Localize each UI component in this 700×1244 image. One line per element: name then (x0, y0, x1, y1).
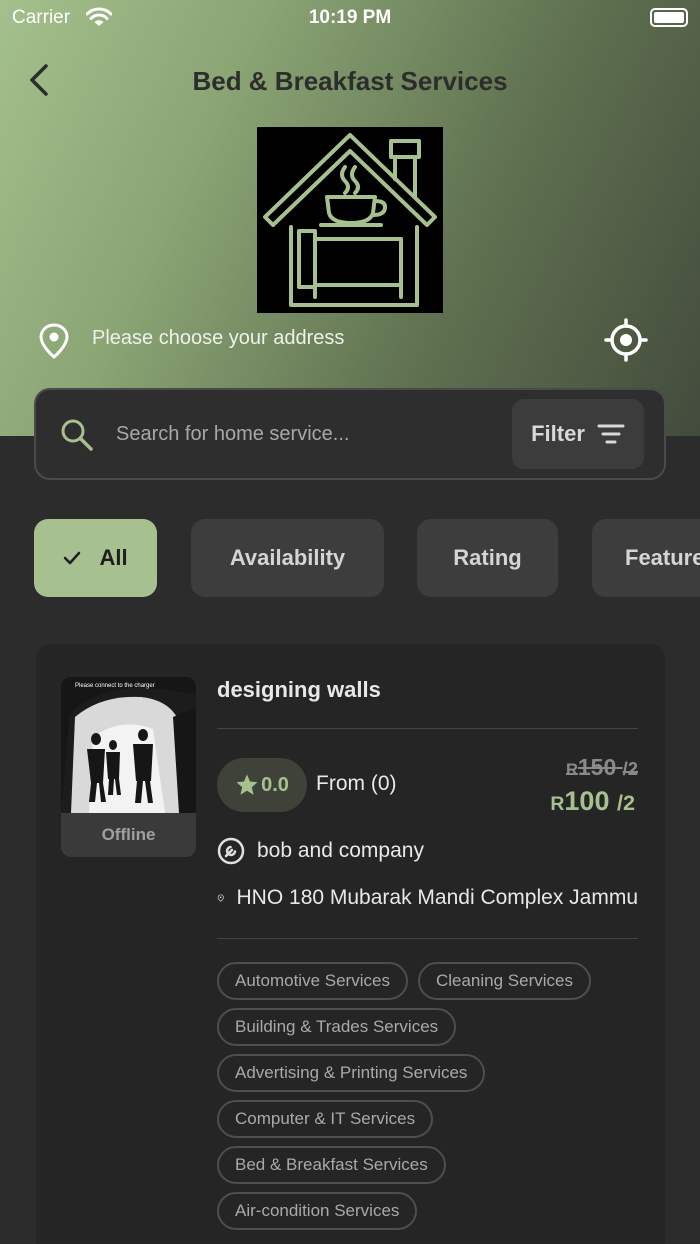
chip-all[interactable]: All (34, 519, 157, 597)
provider-name: bob and company (257, 839, 424, 862)
chip-availability[interactable]: Availability (191, 519, 384, 597)
service-address: HNO 180 Mubarak Mandi Complex Jammu (236, 886, 638, 909)
currency-symbol: R (565, 760, 578, 779)
status-badge: Offline (101, 825, 156, 844)
address-row: HNO 180 Mubarak Mandi Complex Jammu (217, 884, 638, 912)
tag: Cleaning Services (417, 962, 591, 1000)
filter-icon (597, 424, 625, 444)
original-price: R150 /2 (566, 754, 638, 781)
price-unit: /2 (616, 790, 635, 815)
wrench-icon (217, 837, 245, 865)
search-icon (61, 419, 93, 451)
tag: Advertising & Printing Services (217, 1054, 486, 1092)
chip-label: Rating (453, 545, 522, 570)
service-card[interactable]: Please connect to the charger Offline de… (36, 644, 665, 1244)
service-name: designing walls (217, 677, 381, 702)
search-input[interactable] (116, 414, 506, 454)
provider-row: bob and company (217, 837, 638, 865)
address-selector[interactable]: Please choose your address (92, 327, 344, 350)
battery-icon (650, 8, 688, 27)
search-bar: Filter (34, 388, 666, 480)
tag: Bed & Breakfast Services (217, 1146, 446, 1184)
chip-label: All (99, 545, 128, 570)
tag: Automotive Services (217, 962, 408, 1000)
location-pin-icon (39, 323, 69, 359)
filter-label: Filter (531, 421, 585, 446)
original-price-value: 150 (577, 754, 617, 780)
chip-rating[interactable]: Rating (417, 519, 558, 597)
location-pin-icon (217, 894, 224, 902)
bed-breakfast-house-icon (257, 127, 443, 313)
currency-symbol: R (550, 793, 565, 815)
clock: 10:19 PM (308, 7, 392, 28)
discounted-price-value: 100 (564, 786, 610, 816)
rating-value: 0.0 (261, 773, 289, 796)
category-tags: Automotive Services Cleaning Services Bu… (217, 962, 638, 1238)
divider (217, 728, 638, 729)
current-location-button[interactable] (604, 318, 648, 362)
filter-button[interactable]: Filter (512, 399, 644, 469)
price-unit: /2 (622, 758, 638, 779)
divider (217, 938, 638, 939)
tag: Air-condition Services (217, 1192, 418, 1230)
service-thumbnail: Please connect to the charger Offline (61, 677, 196, 857)
chip-label: Featured (625, 545, 700, 570)
status-bar: Carrier 10:19 PM (0, 0, 700, 36)
tag: Computer & IT Services (217, 1100, 434, 1138)
photo-caption: Please connect to the charger (75, 683, 155, 689)
page-title: Bed & Breakfast Services (192, 66, 508, 96)
review-count: From (0) (316, 772, 397, 795)
rating-badge: 0.0 (217, 758, 307, 812)
chip-featured[interactable]: Featured (592, 519, 700, 597)
tag: Building & Trades Services (217, 1008, 457, 1046)
check-icon (64, 551, 81, 565)
discounted-price: R100 /2 (550, 786, 635, 817)
chip-label: Availability (229, 545, 346, 570)
filter-chips: All Availability Rating Featured (34, 519, 700, 597)
service-photo: Please connect to the charger (61, 677, 196, 813)
star-icon (236, 774, 258, 795)
